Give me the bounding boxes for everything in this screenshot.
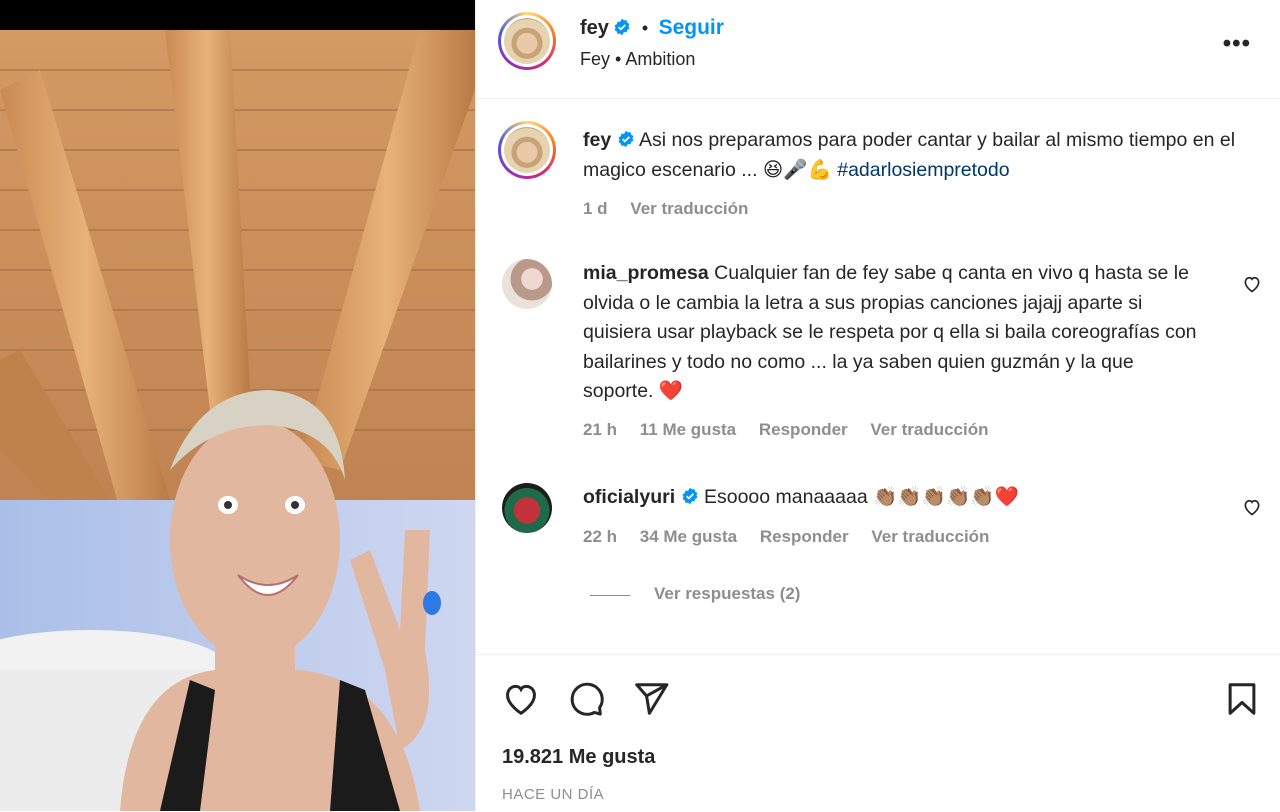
comment-reply-button[interactable]: Responder: [759, 420, 848, 439]
comment-translate[interactable]: Ver traducción: [871, 527, 989, 546]
video-frame: [0, 30, 475, 811]
comment-reply-button[interactable]: Responder: [760, 527, 849, 546]
caption-avatar[interactable]: [498, 121, 556, 179]
media-top-bar: [0, 0, 475, 30]
post-subtitle: Fey • Ambition: [580, 49, 696, 69]
comment-username[interactable]: oficialyuri: [583, 486, 675, 508]
comment-icon[interactable]: [567, 680, 605, 718]
comment-meta: 22 h 34 Me gusta Responder Ver traducció…: [583, 527, 1007, 547]
comment-text-block: mia_promesa Cualquier fan de fey sabe q …: [583, 259, 1208, 407]
comment-meta: 21 h 11 Me gusta Responder Ver traducció…: [583, 420, 1007, 440]
comment-text-block: oficialyuri Esoooo manaaaaa 👏🏽👏🏽👏🏽👏🏽👏🏽❤️: [583, 483, 1208, 513]
heart-icon[interactable]: [502, 680, 540, 718]
follow-button[interactable]: Seguir: [659, 16, 724, 39]
caption-hashtag[interactable]: #adarlosiempretodo: [837, 159, 1009, 181]
post-header: fey • Seguir Fey • Ambition •••: [476, 0, 1280, 99]
comment-time[interactable]: 21 h: [583, 420, 617, 439]
comment-text: Esoooo manaaaaa 👏🏽👏🏽👏🏽👏🏽👏🏽❤️: [703, 486, 1019, 508]
comment-likes[interactable]: 34 Me gusta: [640, 527, 737, 546]
caption-time[interactable]: 1 d: [583, 199, 608, 218]
comment-like-heart-icon[interactable]: [1242, 274, 1262, 294]
author-username[interactable]: fey: [580, 17, 609, 39]
comments-section[interactable]: fey Asi nos preparamos para poder cantar…: [476, 99, 1280, 654]
bookmark-icon[interactable]: [1223, 680, 1261, 718]
comment-like-heart-icon[interactable]: [1242, 497, 1262, 517]
caption-text-block: fey Asi nos preparamos para poder cantar…: [583, 126, 1243, 185]
comment-likes[interactable]: 11 Me gusta: [640, 420, 736, 439]
author-line: fey • Seguir: [580, 16, 724, 40]
comment-username[interactable]: mia_promesa: [583, 262, 709, 284]
comment-avatar[interactable]: [502, 483, 552, 533]
caption-username[interactable]: fey: [583, 129, 611, 151]
author-avatar[interactable]: [498, 12, 556, 70]
more-icon[interactable]: •••: [1223, 30, 1251, 58]
comment-translate[interactable]: Ver traducción: [870, 420, 988, 439]
likes-count[interactable]: 19.821 Me gusta: [502, 746, 655, 769]
caption-translate[interactable]: Ver traducción: [630, 199, 748, 218]
verified-icon: [682, 487, 697, 505]
post-details-panel: fey • Seguir Fey • Ambition ••• fey Asi: [475, 0, 1280, 811]
comment-time[interactable]: 22 h: [583, 527, 617, 546]
post-media[interactable]: [0, 0, 475, 811]
share-icon[interactable]: [632, 680, 670, 718]
post-date: HACE UN DÍA: [502, 786, 605, 803]
caption-meta: 1 d Ver traducción: [583, 199, 766, 219]
view-replies-button[interactable]: Ver respuestas (2): [654, 584, 800, 604]
comment-avatar[interactable]: [502, 259, 552, 309]
verified-icon: [614, 18, 630, 36]
separator-dot: •: [641, 18, 649, 38]
verified-icon: [618, 130, 634, 148]
replies-divider: [590, 595, 630, 596]
